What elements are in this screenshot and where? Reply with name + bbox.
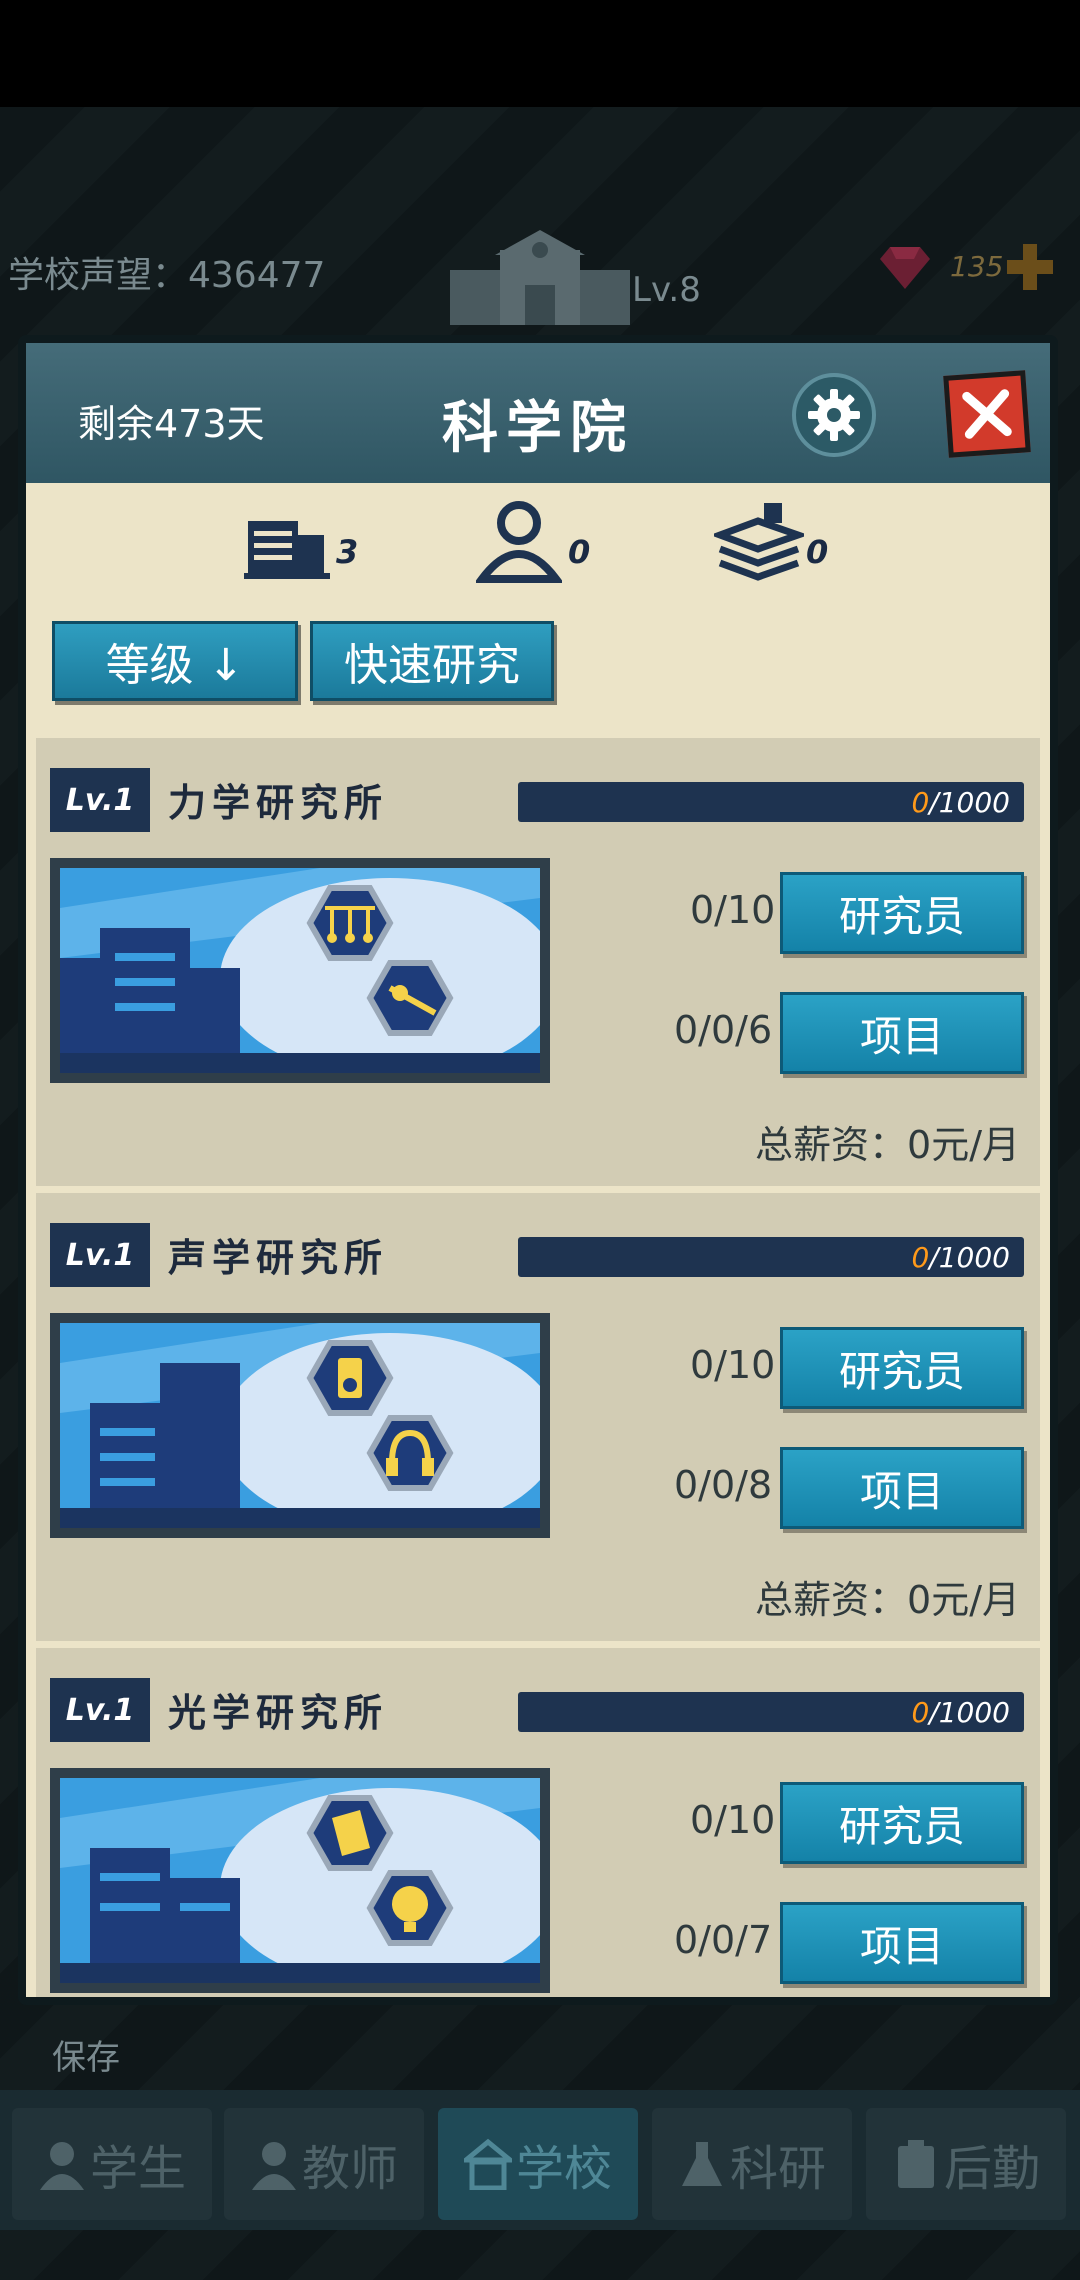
school-level: Lv.8	[632, 270, 701, 310]
school-icon	[463, 2138, 512, 2190]
books-count: 0	[806, 533, 829, 571]
institute-card: Lv.1 声学研究所 0/1000 0/10 研究员 0/0/8 项目 总薪资：…	[36, 1193, 1040, 1641]
flask-icon	[681, 2142, 722, 2186]
nav-label: 学生	[89, 2141, 186, 2197]
student-icon	[39, 2142, 84, 2190]
researcher-count: 0/10	[690, 1343, 776, 1387]
books-stat: 0	[714, 493, 854, 593]
institute-level: Lv.1	[50, 768, 150, 832]
researcher-button[interactable]: 研究员	[780, 1782, 1024, 1864]
academy-stats: 3 0 0	[26, 493, 1050, 593]
progress-current: 0	[911, 1241, 930, 1274]
settings-button[interactable]	[792, 373, 876, 457]
progress-current: 0	[911, 786, 930, 819]
nav-logistics[interactable]: 后勤	[866, 2108, 1066, 2220]
project-count: 0/0/8	[674, 1463, 773, 1507]
sort-by-level-button[interactable]: 等级 ↓	[52, 621, 298, 701]
gem-count: 135	[950, 250, 1004, 283]
nav-label: 科研	[729, 2141, 826, 2197]
researcher-count: 0/10	[690, 888, 776, 932]
research-progress-bar: 0/1000	[518, 1237, 1024, 1277]
nav-research[interactable]: 科研	[652, 2108, 852, 2220]
progress-total: /1000	[929, 786, 1010, 819]
nav-label: 后勤	[943, 2141, 1040, 2197]
total-salary: 总薪资：0元/月	[755, 1123, 1020, 1167]
nav-label: 学校	[515, 2141, 612, 2197]
save-button[interactable]: 保存	[52, 2030, 120, 2079]
acoustics-illustration	[60, 1323, 540, 1528]
add-gems-icon[interactable]	[1005, 242, 1055, 292]
mechanics-institute-image[interactable]	[50, 858, 550, 1083]
total-salary: 总薪资：0元/月	[755, 1578, 1020, 1622]
research-progress-bar: 0/1000	[518, 782, 1024, 822]
institute-card: Lv.1 力学研究所 0/1000 0/10 研究员 0/0/6 项目 总薪资：…	[36, 738, 1040, 1186]
clipboard-icon	[897, 2140, 934, 2188]
researcher-count: 0/10	[690, 1798, 776, 1842]
project-count: 0/0/6	[674, 1008, 773, 1052]
buildings-stat: 3	[244, 493, 384, 593]
optics-institute-image[interactable]	[50, 1768, 550, 1993]
project-button[interactable]: 项目	[780, 1447, 1024, 1529]
institute-name: 声学研究所	[168, 1236, 389, 1280]
science-academy-panel: 剩余473天 科学院 3 0 0 等级 ↓ 快速研究 Lv.1 力学研究所 0/…	[18, 335, 1058, 2005]
teacher-icon	[251, 2142, 296, 2190]
project-button[interactable]: 项目	[780, 992, 1024, 1074]
nav-teachers[interactable]: 教师	[224, 2108, 424, 2220]
quick-research-button[interactable]: 快速研究	[310, 621, 554, 701]
books-icon	[714, 503, 804, 581]
institute-level: Lv.1	[50, 1223, 150, 1287]
panel-titlebar: 剩余473天 科学院	[26, 343, 1050, 483]
acoustics-institute-image[interactable]	[50, 1313, 550, 1538]
research-progress-bar: 0/1000	[518, 1692, 1024, 1732]
close-icon	[962, 389, 1012, 439]
institute-level: Lv.1	[50, 1678, 150, 1742]
researcher-button[interactable]: 研究员	[780, 1327, 1024, 1409]
school-building-icon	[450, 230, 630, 325]
institute-name: 力学研究所	[168, 781, 389, 825]
project-count: 0/0/7	[674, 1918, 773, 1962]
gear-icon	[808, 389, 860, 441]
gem-icon	[880, 247, 930, 289]
nav-students[interactable]: 学生	[12, 2108, 212, 2220]
bottom-nav: 学生 教师 学校 科研 后勤	[0, 2090, 1080, 2230]
nav-school[interactable]: 学校	[438, 2108, 638, 2220]
institute-card: Lv.1 光学研究所 0/1000 0/10 研究员 0/0/7 项目	[36, 1648, 1040, 1997]
institute-name: 光学研究所	[168, 1691, 389, 1735]
mechanics-illustration	[60, 868, 540, 1073]
people-stat: 0	[476, 493, 616, 593]
project-button[interactable]: 项目	[780, 1902, 1024, 1984]
school-reputation: 学校声望：436477	[8, 255, 326, 296]
progress-current: 0	[911, 1696, 930, 1729]
person-icon	[476, 501, 562, 583]
panel-title: 科学院	[442, 396, 634, 461]
optics-illustration	[60, 1778, 540, 1983]
researcher-button[interactable]: 研究员	[780, 872, 1024, 954]
progress-total: /1000	[929, 1696, 1010, 1729]
nav-label: 教师	[301, 2141, 398, 2197]
buildings-count: 3	[336, 533, 359, 571]
close-button[interactable]	[943, 370, 1031, 458]
building-icon	[244, 521, 330, 579]
people-count: 0	[568, 533, 591, 571]
progress-total: /1000	[929, 1241, 1010, 1274]
